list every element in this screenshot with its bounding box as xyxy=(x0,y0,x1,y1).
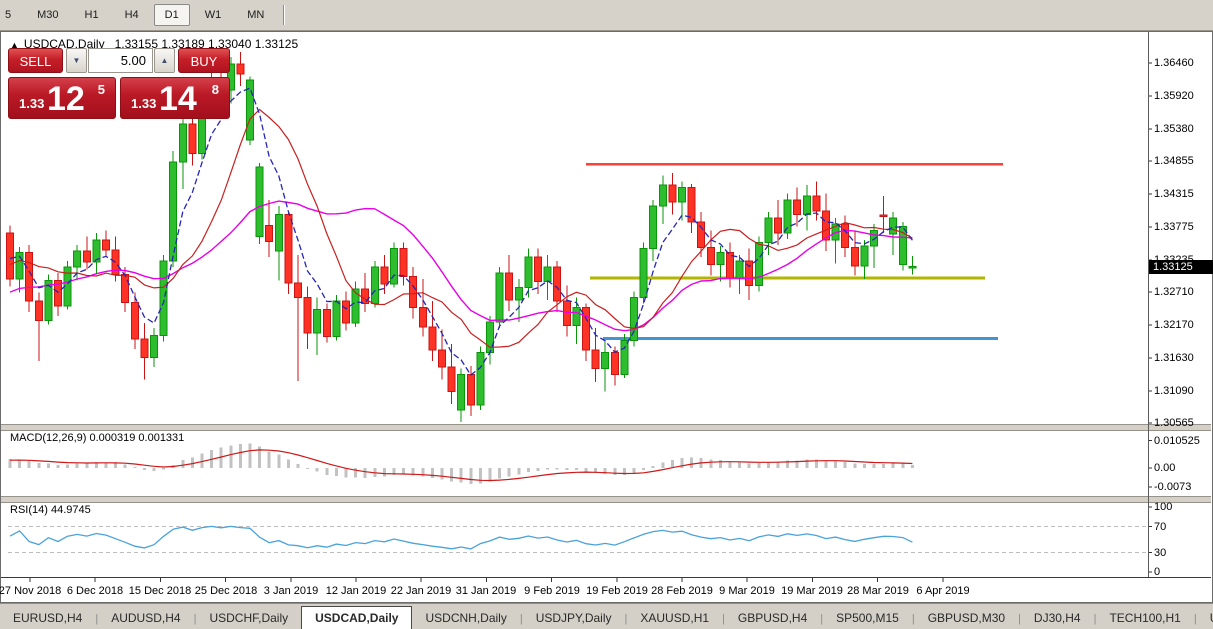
symbol-tab-usdjpy-daily[interactable]: USDJPY,Daily xyxy=(523,607,625,629)
price-axis-label: 1.35920 xyxy=(1154,90,1194,102)
current-price-tag: 1.33125 xyxy=(1149,260,1213,274)
ask-price-main: 14 xyxy=(159,78,197,120)
rsi-axis-label: 0 xyxy=(1154,566,1160,578)
timeframe-toolbar: 5M30H1H4D1W1MN xyxy=(0,0,1213,31)
date-axis-label: 15 Dec 2018 xyxy=(129,585,191,597)
date-axis-label: 28 Mar 2019 xyxy=(847,585,909,597)
macd-axis-label: -0.0073 xyxy=(1154,481,1191,493)
date-axis-label: 19 Feb 2019 xyxy=(586,585,648,597)
volume-input[interactable] xyxy=(88,48,153,73)
date-axis-label: 19 Mar 2019 xyxy=(781,585,843,597)
symbol-tab-gbpusd-m30[interactable]: GBPUSD,M30 xyxy=(915,607,1018,629)
price-axis-label: 1.32710 xyxy=(1154,286,1194,298)
symbol-tab-xauusd-h1[interactable]: XAUUSD,H1 xyxy=(627,607,722,629)
symbol-tab-sp500-m15[interactable]: SP500,M15 xyxy=(823,607,912,629)
rsi-axis-label: 100 xyxy=(1154,501,1172,513)
date-axis-label: 22 Jan 2019 xyxy=(391,585,452,597)
timeframe-button-h1[interactable]: H1 xyxy=(74,4,110,26)
date-axis-label: 9 Mar 2019 xyxy=(719,585,775,597)
timeframe-button-d1[interactable]: D1 xyxy=(154,4,190,26)
symbol-tab-bar: EURUSD,H4|AUDUSD,H4|USDCHF,DailyUSDCAD,D… xyxy=(0,603,1213,629)
price-axis-label: 1.34855 xyxy=(1154,155,1194,167)
date-axis-frame xyxy=(1,577,1211,578)
buy-button[interactable]: BUY xyxy=(178,48,230,73)
date-axis-label: 27 Nov 2018 xyxy=(0,585,61,597)
macd-pane-splitter[interactable] xyxy=(1,424,1211,431)
timeframe-button-h4[interactable]: H4 xyxy=(114,4,150,26)
symbol-tab-usdcad-daily[interactable]: USDCAD,Daily xyxy=(301,606,412,629)
symbol-tab-usdchf-daily[interactable]: USDCHF,Daily xyxy=(196,607,301,629)
date-axis-label: 25 Dec 2018 xyxy=(195,585,257,597)
sell-button[interactable]: SELL xyxy=(8,48,63,73)
price-axis-label: 1.35380 xyxy=(1154,123,1194,135)
bid-price-main: 12 xyxy=(47,78,85,120)
timeframe-button-mn[interactable]: MN xyxy=(236,4,275,26)
rsi-pane-splitter[interactable] xyxy=(1,496,1211,503)
ask-price-button[interactable]: 1.33 14 8 xyxy=(120,77,230,119)
rsi-label: RSI(14) 44.9745 xyxy=(10,504,91,516)
symbol-tab-eurusd-h4[interactable]: EURUSD,H4 xyxy=(0,607,95,629)
volume-decrease-button[interactable]: ▼ xyxy=(66,48,87,73)
mt4-workspace: 5M30H1H4D1W1MN ▲USDCAD,Daily1.33155 1.33… xyxy=(0,0,1213,629)
macd-axis-label: 0.010525 xyxy=(1154,435,1200,447)
price-axis-separator xyxy=(1148,32,1149,577)
symbol-tab-usdcnh-daily[interactable]: USDCNH,Daily xyxy=(412,607,519,629)
date-axis-label: 12 Jan 2019 xyxy=(326,585,387,597)
rsi-axis-label: 70 xyxy=(1154,521,1166,533)
price-axis-label: 1.33775 xyxy=(1154,221,1194,233)
price-axis-label: 1.32170 xyxy=(1154,319,1194,331)
ask-price-pip: 8 xyxy=(212,82,219,97)
price-axis-label: 1.31630 xyxy=(1154,352,1194,364)
bid-price-button[interactable]: 1.33 12 5 xyxy=(8,77,116,119)
date-axis-label: 6 Dec 2018 xyxy=(67,585,123,597)
symbol-tab-audusd-h4[interactable]: AUDUSD,H4 xyxy=(98,607,193,629)
date-axis-label: 31 Jan 2019 xyxy=(456,585,517,597)
date-axis-label: 6 Apr 2019 xyxy=(916,585,969,597)
bid-price-prefix: 1.33 xyxy=(19,96,44,111)
symbol-tab-ukoil-h[interactable]: UKOil,H xyxy=(1197,607,1213,629)
symbol-tab-tech100-h1[interactable]: TECH100,H1 xyxy=(1096,607,1193,629)
symbol-tab-dj30-h4[interactable]: DJ30,H4 xyxy=(1021,607,1094,629)
macd-axis-label: 0.00 xyxy=(1154,462,1175,474)
price-axis-label: 1.34315 xyxy=(1154,188,1194,200)
toolbar-separator xyxy=(283,5,285,25)
volume-increase-button[interactable]: ▲ xyxy=(154,48,175,73)
date-axis-label: 28 Feb 2019 xyxy=(651,585,713,597)
date-axis-label: 3 Jan 2019 xyxy=(264,585,318,597)
rsi-axis-label: 30 xyxy=(1154,547,1166,559)
price-axis-label: 1.36460 xyxy=(1154,57,1194,69)
timeframe-button-5[interactable]: 5 xyxy=(0,4,22,26)
timeframe-button-w1[interactable]: W1 xyxy=(194,4,233,26)
macd-label: MACD(12,26,9) 0.000319 0.001331 xyxy=(10,432,184,444)
price-axis-label: 1.30565 xyxy=(1154,417,1194,429)
bid-price-pip: 5 xyxy=(98,82,105,97)
timeframe-button-m30[interactable]: M30 xyxy=(26,4,69,26)
price-axis-label: 1.31090 xyxy=(1154,385,1194,397)
ask-price-prefix: 1.33 xyxy=(131,96,156,111)
symbol-tab-gbpusd-h4[interactable]: GBPUSD,H4 xyxy=(725,607,820,629)
date-axis-label: 9 Feb 2019 xyxy=(524,585,580,597)
